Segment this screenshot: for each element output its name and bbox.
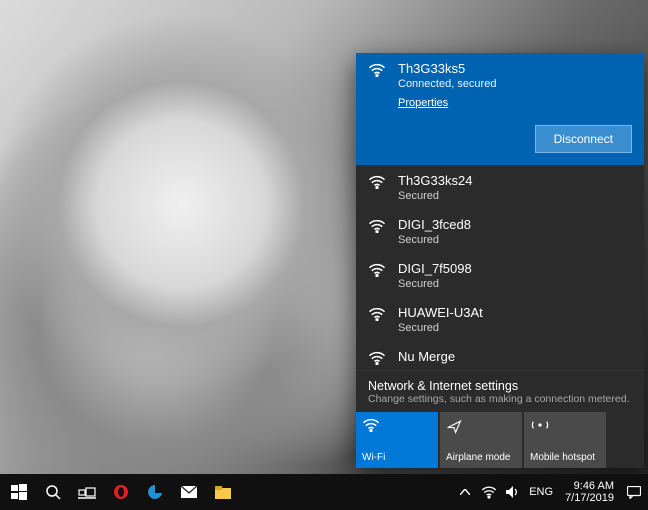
taskbar-pin-explorer[interactable] [212,481,234,503]
network-item[interactable]: HUAWEI-U3AtSecured [356,297,644,341]
wifi-signal-icon [368,61,388,80]
taskbar: ENG 9:46 AM 7/17/2019 [0,474,648,510]
tray-time: 9:46 AM [565,480,614,492]
wifi-signal-icon [368,349,388,368]
network-ssid: HUAWEI-U3At [398,305,632,321]
network-status: Secured [398,321,632,335]
disconnect-row: Disconnect [356,115,644,165]
hotspot-icon [530,418,550,436]
wifi-signal-icon [368,173,388,192]
search-button[interactable] [42,481,64,503]
tile-wifi[interactable]: Wi-Fi [356,412,440,468]
network-status: Secured [398,233,632,247]
properties-link[interactable]: Properties [398,97,448,109]
start-button[interactable] [8,481,30,503]
wifi-signal-icon [368,261,388,280]
tile-label: Mobile hotspot [530,452,600,464]
network-item[interactable]: Th3G33ks24Secured [356,165,644,209]
settings-subtitle: Change settings, such as making a connec… [368,393,632,406]
network-item[interactable]: DIGI_3fced8Secured [356,209,644,253]
taskbar-pin-opera[interactable] [110,481,132,503]
network-item-connected[interactable]: Th3G33ks5 Connected, secured Properties [356,53,644,115]
tray-wifi-icon[interactable] [481,484,497,500]
network-flyout: Th3G33ks5 Connected, secured Properties … [356,53,644,468]
network-settings-link[interactable]: Network & Internet settings Change setti… [356,370,644,412]
network-ssid: Nu Merge [398,349,632,365]
airplane-icon [446,418,462,438]
quick-action-tiles: Wi-Fi Airplane mode Mobile hotspot [356,412,644,468]
network-ssid: DIGI_7f5098 [398,261,632,277]
tile-airplane[interactable]: Airplane mode [440,412,524,468]
wifi-signal-icon [368,217,388,236]
network-status: Connected, secured [398,77,632,91]
network-item[interactable]: Nu Merge [356,341,644,370]
taskbar-pin-mail[interactable] [178,481,200,503]
tile-label: Airplane mode [446,452,516,464]
tray-volume-icon[interactable] [505,484,521,500]
settings-title: Network & Internet settings [368,379,632,393]
wifi-signal-icon [368,305,388,324]
tray-action-center-icon[interactable] [626,484,642,500]
task-view-button[interactable] [76,481,98,503]
network-ssid: Th3G33ks24 [398,173,632,189]
tile-label: Wi-Fi [362,452,432,464]
tray-date: 7/17/2019 [565,492,614,504]
tray-clock[interactable]: 9:46 AM 7/17/2019 [561,480,618,504]
network-item[interactable]: DIGI_7f5098Secured [356,253,644,297]
disconnect-button[interactable]: Disconnect [535,125,632,153]
network-status: Secured [398,189,632,203]
network-ssid: Th3G33ks5 [398,61,632,77]
tray-language[interactable]: ENG [529,486,553,498]
wifi-icon [362,418,380,436]
network-status: Secured [398,277,632,291]
taskbar-pin-edge[interactable] [144,481,166,503]
tray-chevron-icon[interactable] [457,484,473,500]
network-ssid: DIGI_3fced8 [398,217,632,233]
tile-hotspot[interactable]: Mobile hotspot [524,412,608,468]
